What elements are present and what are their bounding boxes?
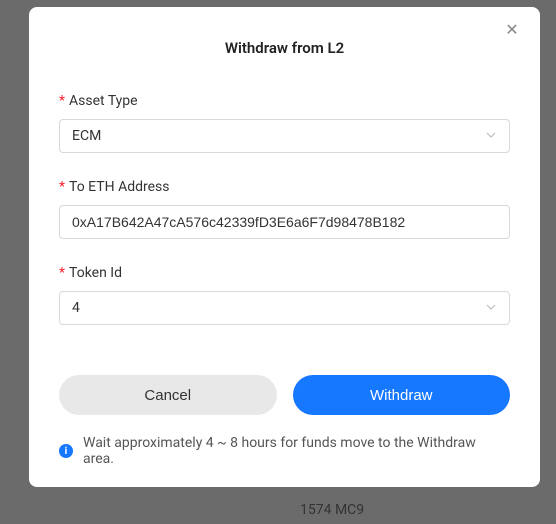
chevron-down-icon <box>485 301 497 316</box>
to-address-label: *To ETH Address <box>59 179 510 195</box>
token-id-field: *Token Id 4 <box>59 265 510 325</box>
withdraw-button[interactable]: Withdraw <box>293 375 511 415</box>
required-mark: * <box>59 179 65 195</box>
to-address-input[interactable] <box>59 205 510 239</box>
token-id-value: 4 <box>72 300 485 316</box>
asset-type-field: *Asset Type ECM <box>59 93 510 153</box>
token-id-label: *Token Id <box>59 265 510 281</box>
to-address-label-text: To ETH Address <box>69 179 169 195</box>
asset-type-label: *Asset Type <box>59 93 510 109</box>
info-icon: i <box>59 444 73 458</box>
token-id-select[interactable]: 4 <box>59 291 510 325</box>
close-button[interactable]: ✕ <box>502 21 522 41</box>
button-row: Cancel Withdraw <box>59 375 510 415</box>
modal-title: Withdraw from L2 <box>59 39 510 57</box>
withdraw-modal: ✕ Withdraw from L2 *Asset Type ECM *To E… <box>29 7 540 487</box>
info-row: i Wait approximately 4 ~ 8 hours for fun… <box>59 435 510 467</box>
asset-type-label-text: Asset Type <box>69 93 138 109</box>
required-mark: * <box>59 93 65 109</box>
cancel-button[interactable]: Cancel <box>59 375 277 415</box>
info-message: Wait approximately 4 ~ 8 hours for funds… <box>83 435 510 467</box>
asset-type-value: ECM <box>72 128 485 144</box>
asset-type-select[interactable]: ECM <box>59 119 510 153</box>
required-mark: * <box>59 265 65 281</box>
to-address-field: *To ETH Address <box>59 179 510 239</box>
close-icon: ✕ <box>505 22 518 39</box>
backdrop-item-label: 1574 MC9 <box>300 496 364 524</box>
chevron-down-icon <box>485 129 497 144</box>
token-id-label-text: Token Id <box>69 265 122 281</box>
